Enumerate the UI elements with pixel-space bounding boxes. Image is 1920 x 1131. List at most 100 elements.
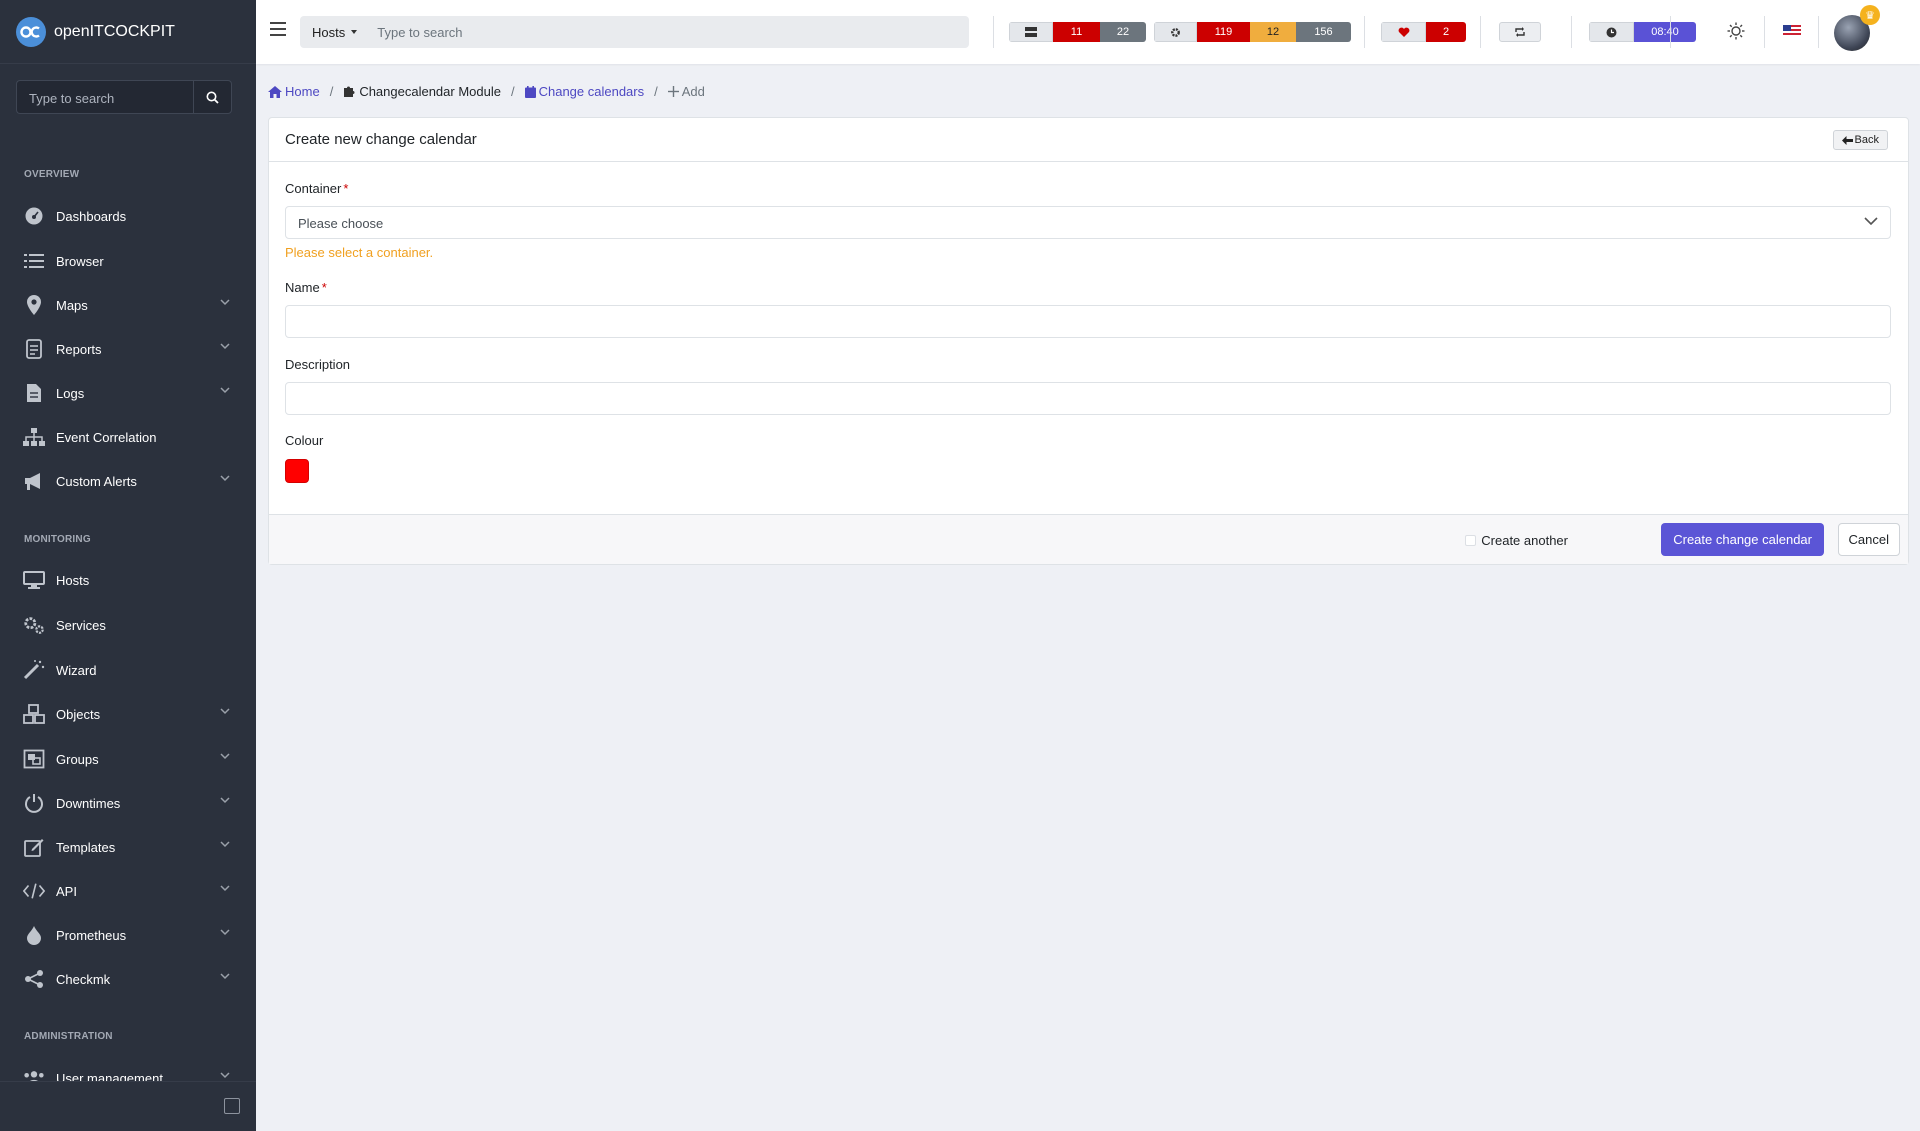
sidebar-item-downtimes[interactable]: Downtimes — [0, 783, 256, 823]
breadcrumb-separator: / — [654, 84, 658, 99]
edit-icon — [23, 836, 45, 858]
server-time-value: 08:40 — [1634, 22, 1696, 42]
create-change-calendar-button[interactable]: Create change calendar — [1661, 523, 1824, 556]
sidebar-search-input[interactable]: Type to search — [16, 80, 193, 114]
brand[interactable]: openITCOCKPIT — [0, 0, 256, 64]
sidebar-item-prometheus[interactable]: Prometheus — [0, 915, 256, 955]
breadcrumb-separator: / — [329, 84, 334, 99]
sidebar-item-custom-alerts[interactable]: Custom Alerts — [0, 461, 256, 501]
container-select[interactable]: Please choose — [285, 206, 1891, 239]
chevron-down-icon — [220, 753, 230, 760]
sidebar-item-dashboards[interactable]: Dashboards — [0, 196, 256, 236]
services-critical-count[interactable]: 119 — [1197, 22, 1250, 42]
sidebar-item-wizard[interactable]: Wizard — [0, 650, 256, 690]
sidebar-item-checkmk[interactable]: Checkmk — [0, 959, 256, 999]
chevron-down-icon — [220, 841, 230, 848]
sidebar-item-api[interactable]: API — [0, 871, 256, 911]
breadcrumb-current-label: Add — [681, 84, 705, 99]
collapse-sidebar-icon[interactable] — [224, 1098, 240, 1114]
required-marker: * — [321, 280, 327, 295]
system-health-count[interactable]: 2 — [1426, 22, 1466, 42]
file-icon — [23, 382, 45, 404]
breadcrumb: Home / Changecalendar Module / Change ca… — [268, 84, 705, 99]
container-select-value: Please choose — [298, 216, 384, 231]
name-label: Name * — [285, 280, 327, 295]
top-search-input[interactable]: Type to search — [377, 25, 462, 40]
breadcrumb-home[interactable]: Home — [268, 84, 320, 99]
sidebar-item-browser[interactable]: Browser — [0, 241, 256, 281]
code-icon — [23, 880, 45, 902]
hamburger-menu-icon[interactable] — [270, 22, 286, 36]
name-label-text: Name — [285, 280, 320, 295]
description-input[interactable] — [285, 382, 1891, 415]
create-another-label: Create another — [1481, 533, 1568, 548]
service-status-summary[interactable]: 119 12 156 — [1154, 22, 1351, 42]
hosts-unreachable-count[interactable]: 22 — [1100, 22, 1146, 42]
sidebar-item-objects[interactable]: Objects — [0, 694, 256, 734]
calendar-icon — [524, 85, 536, 98]
card-header: Create new change calendar Back — [269, 118, 1908, 162]
sidebar-item-label: Reports — [56, 341, 102, 357]
chevron-down-icon — [220, 475, 230, 482]
sidebar-item-event-correlation[interactable]: Event Correlation — [0, 417, 256, 457]
sidebar-item-templates[interactable]: Templates — [0, 827, 256, 867]
sidebar-item-label: Maps — [56, 297, 88, 313]
chevron-down-icon — [220, 387, 230, 394]
checkbox-box[interactable] — [1465, 535, 1477, 546]
sidebar-item-label: API — [56, 883, 77, 899]
chevron-down-icon — [220, 797, 230, 804]
fire-icon — [23, 924, 45, 946]
sidebar-search-button[interactable] — [193, 80, 232, 114]
theme-toggle-button[interactable] — [1727, 22, 1745, 43]
colour-picker[interactable] — [285, 459, 309, 483]
clock-icon — [1589, 22, 1634, 42]
server-icon — [1009, 22, 1053, 42]
sidebar: openITCOCKPIT Type to search OVERVIEW Da… — [0, 0, 256, 1131]
sidebar-item-label: Logs — [56, 385, 85, 401]
system-health[interactable]: 2 — [1381, 22, 1466, 42]
power-icon — [23, 792, 45, 814]
sidebar-item-label: Downtimes — [56, 795, 121, 811]
card-footer: Create another Create change calendar Ca… — [269, 514, 1908, 564]
divider — [1480, 16, 1481, 48]
map-marker-icon — [23, 294, 45, 316]
home-icon — [268, 85, 282, 98]
create-another-checkbox[interactable]: Create another — [1465, 533, 1568, 548]
search-type-dropdown[interactable]: Hosts — [300, 16, 369, 48]
required-marker: * — [343, 181, 349, 196]
breadcrumb-separator: / — [510, 84, 515, 99]
sidebar-item-label: Objects — [56, 706, 101, 722]
sidebar-item-groups[interactable]: Groups — [0, 739, 256, 779]
arrow-left-icon — [1841, 135, 1853, 145]
colour-label: Colour — [285, 433, 324, 448]
refresh-button[interactable] — [1499, 22, 1541, 42]
sidebar-item-reports[interactable]: Reports — [0, 329, 256, 369]
services-unknown-count[interactable]: 156 — [1296, 22, 1351, 42]
sidebar-item-label: Event Correlation — [56, 429, 157, 445]
sidebar-item-label: Hosts — [56, 572, 90, 588]
hosts-down-count[interactable]: 11 — [1053, 22, 1100, 42]
dashboard-icon — [23, 205, 45, 227]
breadcrumb-change-calendars[interactable]: Change calendars — [524, 84, 644, 99]
sidebar-item-hosts[interactable]: Hosts — [0, 560, 256, 600]
create-change-calendar-card: Create new change calendar Back Containe… — [268, 117, 1909, 565]
cancel-button[interactable]: Cancel — [1837, 523, 1900, 556]
container-error: Please select a container. — [285, 245, 434, 260]
name-input[interactable] — [285, 305, 1891, 338]
back-button[interactable]: Back — [1832, 130, 1888, 150]
heartbeat-icon — [1381, 22, 1426, 42]
object-group-icon — [23, 748, 45, 770]
us-flag-icon[interactable] — [1783, 25, 1801, 37]
sidebar-item-logs[interactable]: Logs — [0, 373, 256, 413]
host-status-summary[interactable]: 11 22 — [1009, 22, 1146, 42]
services-warning-count[interactable]: 12 — [1250, 22, 1296, 42]
breadcrumb-module: Changecalendar Module — [343, 84, 501, 99]
cubes-icon — [23, 703, 45, 725]
sidebar-item-services[interactable]: Services — [0, 605, 256, 645]
breadcrumb-home-label: Home — [285, 84, 320, 99]
server-time[interactable]: 08:40 — [1589, 22, 1696, 42]
container-label: Container * — [285, 181, 348, 196]
search-type-label: Hosts — [312, 24, 346, 40]
sidebar-item-maps[interactable]: Maps — [0, 285, 256, 325]
chevron-down-icon — [220, 885, 230, 892]
